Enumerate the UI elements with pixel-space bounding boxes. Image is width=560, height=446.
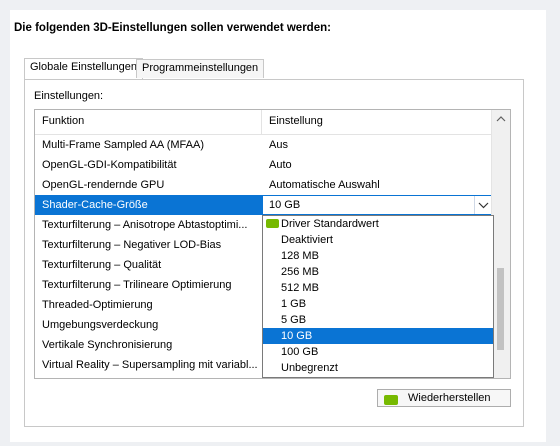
option-1gb[interactable]: 1 GB (263, 296, 493, 312)
restore-button[interactable]: Wiederherstellen (377, 389, 511, 407)
option-label: 256 MB (281, 266, 319, 278)
row-function: Threaded-Optimierung (42, 299, 153, 311)
row-value: Automatische Auswahl (269, 179, 380, 191)
row-value: Auto (269, 159, 292, 171)
option-256mb[interactable]: 256 MB (263, 264, 493, 280)
tab-global-settings[interactable]: Globale Einstellungen (24, 58, 144, 79)
row-function: Umgebungsverdeckung (42, 319, 159, 331)
option-5gb[interactable]: 5 GB (263, 312, 493, 328)
row-function: OpenGL-GDI-Kompatibilität (42, 159, 177, 171)
row-function: OpenGL-rendernde GPU (42, 179, 165, 191)
row-function: Vertikale Synchronisierung (42, 339, 173, 351)
table-row[interactable]: OpenGL-GDI-Kompatibilität Auto (35, 155, 493, 175)
option-label: 128 MB (281, 250, 319, 262)
scrollbar-thumb[interactable] (497, 268, 504, 350)
option-label: 1 GB (281, 298, 307, 310)
option-label: Driver Standardwert (281, 218, 379, 230)
table-row-selected[interactable]: Shader-Cache-Größe 10 GB (35, 195, 493, 215)
nvidia-icon (384, 395, 398, 405)
option-label: Deaktiviert (281, 234, 333, 246)
grid-header: Funktion Einstellung (35, 110, 493, 135)
column-header-function[interactable]: Funktion (42, 115, 84, 127)
shader-cache-combobox[interactable]: 10 GB (262, 195, 493, 215)
tab-program-settings[interactable]: Programmeinstellungen (136, 59, 265, 78)
table-row[interactable]: OpenGL-rendernde GPU Automatische Auswah… (35, 175, 493, 195)
combobox-value: 10 GB (269, 199, 301, 211)
option-label: 100 GB (281, 346, 319, 358)
option-disabled[interactable]: Deaktiviert (263, 232, 493, 248)
row-function: Texturfilterung – Anisotrope Abtastoptim… (42, 219, 248, 231)
row-function: Texturfilterung – Trilineare Optimierung (42, 279, 232, 291)
row-function: Shader-Cache-Größe (42, 199, 148, 211)
row-value: Aus (269, 139, 288, 151)
row-function: Texturfilterung – Negativer LOD-Bias (42, 239, 222, 251)
option-label: 10 GB (281, 330, 313, 342)
shader-cache-dropdown-list: Driver Standardwert Deaktiviert 128 MB 2… (262, 215, 494, 378)
option-128mb[interactable]: 128 MB (263, 248, 493, 264)
option-label: Unbegrenzt (281, 362, 338, 374)
row-function: Multi-Frame Sampled AA (MFAA) (42, 139, 204, 151)
restore-button-label: Wiederherstellen (408, 392, 491, 404)
table-row[interactable]: Multi-Frame Sampled AA (MFAA) Aus (35, 135, 493, 155)
option-512mb[interactable]: 512 MB (263, 280, 493, 296)
page-heading: Die folgenden 3D-Einstellungen sollen ve… (14, 22, 331, 34)
nvidia-icon (266, 219, 279, 228)
option-unlimited[interactable]: Unbegrenzt (263, 360, 493, 376)
option-label: 5 GB (281, 314, 307, 326)
option-100gb[interactable]: 100 GB (263, 344, 493, 360)
settings-label: Einstellungen: (34, 90, 104, 102)
option-label: 512 MB (281, 282, 319, 294)
chevron-down-icon[interactable] (474, 196, 492, 214)
option-driver-default[interactable]: Driver Standardwert (263, 216, 493, 232)
column-divider[interactable] (261, 110, 262, 134)
row-function: Texturfilterung – Qualität (42, 259, 162, 271)
option-10gb-selected[interactable]: 10 GB (263, 328, 493, 344)
row-function: Virtual Reality – Supersampling mit vari… (42, 359, 257, 371)
scroll-up-arrow-icon[interactable] (496, 114, 506, 124)
column-header-setting[interactable]: Einstellung (269, 115, 323, 127)
